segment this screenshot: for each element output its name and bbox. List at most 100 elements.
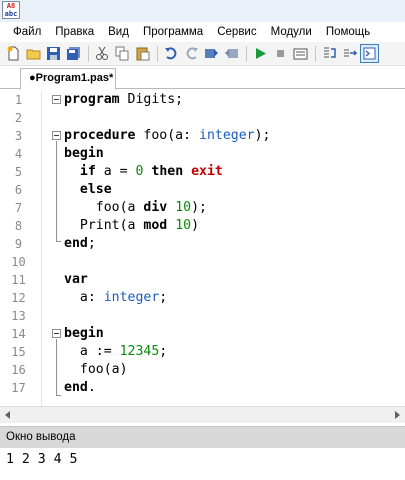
toolbar-separator bbox=[157, 45, 158, 62]
code-line[interactable]: a: integer; bbox=[64, 289, 167, 307]
run-back-button[interactable] bbox=[202, 44, 221, 63]
step-into-button[interactable] bbox=[320, 44, 339, 63]
fold-toggle-program[interactable] bbox=[52, 95, 61, 104]
menu-view[interactable]: Вид bbox=[101, 22, 136, 42]
toolbar bbox=[0, 42, 405, 66]
output-window-button[interactable] bbox=[360, 44, 379, 63]
code-line[interactable]: program Digits; bbox=[64, 91, 183, 109]
save-button[interactable] bbox=[44, 44, 63, 63]
code-line[interactable]: end. bbox=[64, 379, 96, 397]
code-token: a = bbox=[95, 164, 136, 179]
run-button[interactable] bbox=[251, 44, 270, 63]
menu-program[interactable]: Программа bbox=[136, 22, 210, 42]
code-token: end bbox=[64, 236, 88, 251]
undo-button[interactable] bbox=[162, 44, 181, 63]
toolbar-separator bbox=[315, 45, 316, 62]
run-forward-button[interactable] bbox=[222, 44, 241, 63]
code-line[interactable]: foo(a) bbox=[64, 361, 128, 379]
menu-help[interactable]: Помощь bbox=[319, 22, 377, 42]
stop-button[interactable] bbox=[271, 44, 290, 63]
code-line[interactable]: begin bbox=[64, 145, 104, 163]
code-token: foo(a) bbox=[64, 362, 128, 377]
run-forward-icon bbox=[225, 49, 238, 58]
app-icon-text-bottom: abc bbox=[4, 10, 18, 18]
code-token: begin bbox=[64, 326, 104, 341]
line-number: 11 bbox=[11, 273, 26, 287]
fold-line bbox=[56, 339, 57, 395]
menu-file[interactable]: Файл bbox=[6, 22, 48, 42]
fold-toggle-procedure[interactable] bbox=[52, 131, 61, 140]
compile-button[interactable] bbox=[291, 44, 310, 63]
scroll-right-icon[interactable] bbox=[395, 411, 400, 419]
code-line[interactable]: if a = 0 then exit bbox=[64, 163, 223, 181]
cut-icon bbox=[96, 46, 108, 60]
save-all-button[interactable] bbox=[64, 44, 83, 63]
code-token: 12345 bbox=[119, 344, 160, 359]
scroll-left-icon[interactable] bbox=[5, 411, 10, 419]
paste-button[interactable] bbox=[133, 44, 152, 63]
output-panel[interactable]: 1 2 3 4 5 bbox=[0, 448, 405, 480]
step-over-button[interactable] bbox=[340, 44, 359, 63]
horizontal-scrollbar[interactable] bbox=[0, 406, 405, 423]
code-token: foo(a bbox=[64, 200, 144, 215]
fold-toggle-begin[interactable] bbox=[52, 329, 61, 338]
code-line[interactable]: end; bbox=[64, 235, 96, 253]
paste-icon bbox=[136, 47, 150, 61]
output-window-icon bbox=[363, 47, 376, 60]
code-line[interactable]: begin bbox=[64, 325, 104, 343]
tab-program1[interactable]: ●Program1.pas* bbox=[20, 68, 116, 90]
undo-icon bbox=[165, 47, 177, 60]
line-number: 5 bbox=[14, 165, 23, 179]
code-token: . bbox=[87, 380, 96, 395]
code-token: then bbox=[151, 164, 184, 179]
step-over-icon bbox=[344, 49, 357, 57]
code-token: ; bbox=[87, 236, 96, 251]
code-line[interactable]: var bbox=[64, 271, 88, 289]
code-editor[interactable]: 1 2 3 4 5 6 7 8 9 10 11 12 13 14 15 16 1… bbox=[0, 90, 405, 406]
code-token: 10 bbox=[175, 200, 192, 215]
code-token: end bbox=[64, 380, 88, 395]
line-number: 1 bbox=[14, 93, 23, 107]
code-token: Print(a bbox=[64, 218, 144, 233]
code-line[interactable]: Print(a mod 10) bbox=[64, 217, 199, 235]
menu-modules[interactable]: Модули bbox=[264, 22, 319, 42]
code-token: ) bbox=[191, 218, 200, 233]
open-folder-button[interactable] bbox=[24, 44, 43, 63]
output-text: 1 2 3 4 5 bbox=[6, 452, 78, 467]
code-token: procedure bbox=[64, 128, 136, 143]
fold-end-marker bbox=[56, 241, 61, 242]
menu-service[interactable]: Сервис bbox=[210, 22, 263, 42]
run-back-icon bbox=[205, 49, 218, 58]
fold-end-marker bbox=[56, 395, 61, 396]
code-token: 10 bbox=[175, 218, 192, 233]
fold-line bbox=[56, 141, 57, 241]
line-number: 2 bbox=[14, 111, 23, 125]
run-icon bbox=[256, 48, 266, 59]
code-token: ; bbox=[159, 344, 168, 359]
code-token: if bbox=[79, 164, 96, 179]
tab-strip: ●Program1.pas* bbox=[0, 66, 405, 90]
copy-button[interactable] bbox=[113, 44, 132, 63]
compile-icon bbox=[293, 48, 308, 60]
app-icon: A8 abc bbox=[2, 1, 20, 19]
cut-button[interactable] bbox=[93, 44, 112, 63]
new-file-button[interactable] bbox=[4, 44, 23, 63]
code-token: foo(a: bbox=[135, 128, 199, 143]
code-line[interactable]: foo(a div 10); bbox=[64, 199, 207, 217]
code-line[interactable]: else bbox=[64, 181, 112, 199]
code-line[interactable]: a := 12345; bbox=[64, 343, 167, 361]
line-number: 13 bbox=[11, 309, 26, 323]
code-line[interactable]: procedure foo(a: integer); bbox=[64, 127, 270, 145]
redo-button[interactable] bbox=[182, 44, 201, 63]
code-token: Digits; bbox=[119, 92, 184, 107]
line-number: 16 bbox=[11, 363, 26, 377]
code-token: integer bbox=[199, 128, 255, 143]
step-into-icon bbox=[324, 47, 336, 58]
toolbar-separator bbox=[88, 45, 89, 62]
menu-edit[interactable]: Правка bbox=[48, 22, 101, 42]
line-number-gutter: 1 2 3 4 5 6 7 8 9 10 11 12 13 14 15 16 1… bbox=[0, 90, 42, 406]
